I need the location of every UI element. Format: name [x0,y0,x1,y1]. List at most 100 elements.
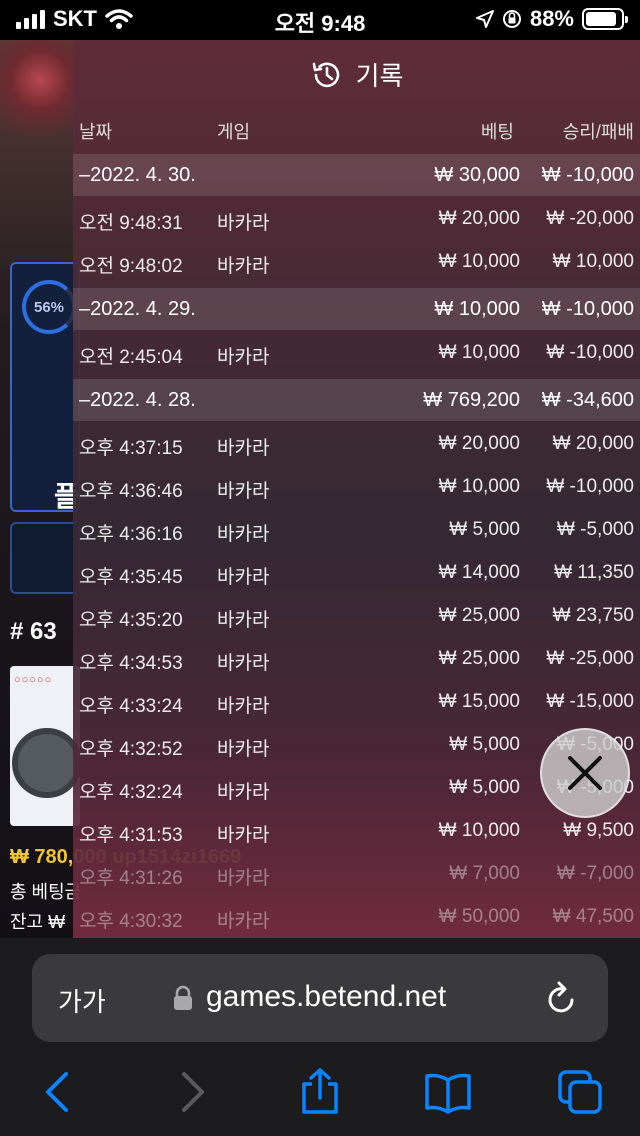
row-date: 오전 9:48:02 [79,256,183,277]
row-game: 바카라 [217,567,270,588]
browser-chrome: 가가 games.betend.net [0,938,640,1136]
row-game: 바카라 [217,868,270,889]
history-entry-row[interactable]: 오후 4:36:46 바카라 ₩ 10,000 ₩ -10,000 [73,466,640,509]
row-bet: ₩ 30,000 [434,164,520,186]
row-bet: ₩ 50,000 [438,906,520,927]
row-date: 오후 4:37:15 [79,438,183,459]
row-game: 바카라 [217,696,270,717]
row-date: 오후 4:33:24 [79,696,183,717]
back-icon[interactable] [34,1068,82,1116]
row-game: 바카라 [217,213,270,234]
reload-icon[interactable] [544,978,580,1018]
row-date: 오후 4:35:45 [79,567,183,588]
row-bet: ₩ 10,000 [438,251,520,272]
row-bet: ₩ 769,200 [423,389,520,411]
history-entry-row[interactable]: 오후 4:31:26 바카라 ₩ 7,000 ₩ -7,000 [73,853,640,896]
row-date: 오후 4:32:52 [79,739,183,760]
game-card-button[interactable] [10,522,80,594]
browser-toolbar [0,1064,640,1124]
history-header: 기록 [73,56,640,93]
row-game: 바카라 [217,610,270,631]
row-bet: ₩ 15,000 [438,691,520,712]
row-result: ₩ -34,600 [541,389,634,411]
history-entry-row[interactable]: 오후 4:31:53 바카라 ₩ 10,000 ₩ 9,500 [73,810,640,853]
row-result: ₩ 11,350 [554,562,634,583]
row-bet: ₩ 25,000 [438,605,520,626]
row-date: 오후 4:36:16 [79,524,183,545]
history-entry-row[interactable]: 오후 4:35:45 바카라 ₩ 14,000 ₩ 11,350 [73,552,640,595]
row-date: –2022. 4. 29. [79,298,196,320]
forward-icon[interactable] [168,1068,216,1116]
row-result: ₩ 20,000 [552,433,634,454]
history-entry-row[interactable]: 오전 2:45:04 바카라 ₩ 10,000 ₩ -10,000 [73,332,640,375]
row-result: ₩ -10,000 [541,298,634,320]
row-bet: ₩ 5,000 [449,519,520,540]
balance-label: 잔고 ₩ [10,912,66,932]
history-entry-row[interactable]: 오후 4:37:15 바카라 ₩ 20,000 ₩ 20,000 [73,423,640,466]
history-entry-row[interactable]: 오후 4:35:20 바카라 ₩ 25,000 ₩ 23,750 [73,595,640,638]
row-bet: ₩ 5,000 [449,777,520,798]
row-bet: ₩ 10,000 [438,476,520,497]
row-date: 오후 4:31:26 [79,868,183,889]
column-game: 게임 [217,122,251,142]
row-game: 바카라 [217,347,270,368]
total-bet-label: 총 베팅금 [10,882,82,902]
history-title: 기록 [355,61,404,91]
row-result: ₩ -10,000 [541,164,634,186]
text-size-button[interactable]: 가가 [58,982,106,1019]
row-game: 바카라 [217,825,270,846]
close-button[interactable] [540,728,630,818]
table-header: 날짜 게임 베팅 승리/패배 [73,118,640,148]
tabs-icon[interactable] [556,1068,604,1116]
row-result: ₩ -20,000 [546,208,634,229]
row-bet: ₩ 10,000 [434,298,520,320]
row-bet: ₩ 25,000 [438,648,520,669]
close-icon [568,756,602,790]
row-date: 오후 4:36:46 [79,481,183,502]
row-date: 오후 4:34:53 [79,653,183,674]
history-day-row[interactable]: –2022. 4. 29. ₩ 10,000 ₩ -10,000 [73,288,640,330]
row-bet: ₩ 20,000 [438,208,520,229]
progress-ring: 56% [22,280,76,334]
history-entry-row[interactable]: 오전 9:48:31 바카라 ₩ 20,000 ₩ -20,000 [73,198,640,241]
history-day-row[interactable]: –2022. 4. 30. ₩ 30,000 ₩ -10,000 [73,154,640,196]
row-game: 바카라 [217,782,270,803]
address-bar[interactable]: 가가 games.betend.net [32,954,608,1042]
row-result: ₩ -15,000 [546,691,634,712]
column-date: 날짜 [79,122,113,142]
battery-icon [582,8,628,30]
row-date: 오전 2:45:04 [79,347,183,368]
lock-icon [174,985,192,1010]
history-entry-row[interactable]: 오전 9:48:02 바카라 ₩ 10,000 ₩ 10,000 [73,241,640,284]
history-day-row[interactable]: –2022. 4. 28. ₩ 769,200 ₩ -34,600 [73,379,640,421]
table-number: # 63 [10,618,57,645]
row-bet: ₩ 20,000 [438,433,520,454]
bookmarks-icon[interactable] [424,1068,472,1116]
history-icon [312,62,339,87]
table-thumbnail[interactable]: ○○○○○ [10,666,80,826]
history-list[interactable]: –2022. 4. 30. ₩ 30,000 ₩ -10,000 오전 9:48:31… [73,154,640,938]
row-date: 오전 9:48:31 [79,213,183,234]
share-icon[interactable] [296,1068,344,1116]
row-game: 바카라 [217,524,270,545]
row-game: 바카라 [217,481,270,502]
decoration-image [0,40,75,270]
column-result: 승리/패배 [562,122,634,142]
column-bet: 베팅 [480,122,514,142]
orientation-lock-icon [502,10,521,28]
status-bar: SKT 오전 9:48 88% [0,0,640,40]
row-date: 오후 4:30:32 [79,911,183,932]
history-entry-row[interactable]: 오후 4:33:24 바카라 ₩ 15,000 ₩ -15,000 [73,681,640,724]
row-result: ₩ 10,000 [552,251,634,272]
row-bet: ₩ 14,000 [438,562,520,583]
row-bet: ₩ 10,000 [438,820,520,841]
history-entry-row[interactable]: 오후 4:34:53 바카라 ₩ 25,000 ₩ -25,000 [73,638,640,681]
url-text[interactable]: games.betend.net [206,980,446,1014]
history-entry-row[interactable]: 오후 4:30:32 바카라 ₩ 50,000 ₩ 47,500 [73,896,640,938]
row-result: ₩ 47,500 [552,906,634,927]
row-game: 바카라 [217,653,270,674]
history-entry-row[interactable]: 오후 4:36:16 바카라 ₩ 5,000 ₩ -5,000 [73,509,640,552]
row-game: 바카라 [217,911,270,932]
row-game: 바카라 [217,739,270,760]
roadmap-dots: ○○○○○ [14,674,53,686]
